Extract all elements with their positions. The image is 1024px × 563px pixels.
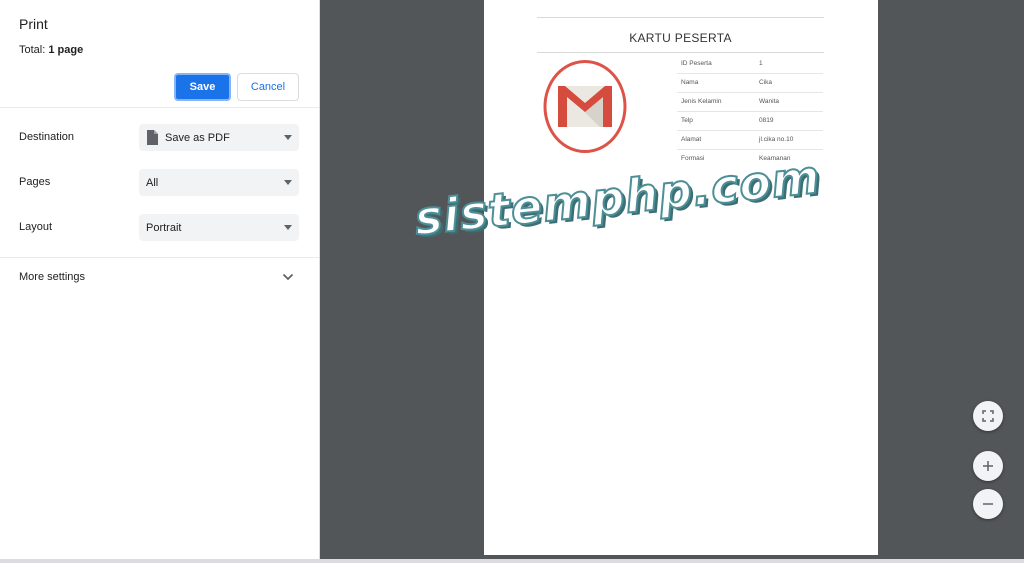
more-settings-toggle[interactable]: More settings [0,258,319,298]
caret-down-icon [284,225,292,230]
info-value: jl.cika no.10 [759,136,794,143]
total-value: 1 page [48,44,84,56]
info-key: ID Peserta [681,60,712,67]
destination-select[interactable]: Save as PDF [139,124,299,151]
info-value: Cika [759,79,773,86]
minus-icon [983,503,993,505]
fit-to-page-icon [982,410,994,422]
more-settings-label: More settings [19,271,86,283]
layout-value: Portrait [146,221,182,234]
divider [0,107,319,108]
info-key: Nama [681,79,699,86]
info-row: Jenis Kelamin Wanita [677,93,823,112]
info-key: Telp [681,117,693,124]
info-key: Alamat [681,136,702,143]
save-button[interactable]: Save [174,73,231,101]
total-label: Total: [19,44,49,56]
pages-label: Pages [19,176,51,188]
destination-value: Save as PDF [165,131,230,144]
gmail-logo [543,60,627,153]
fit-to-page-button[interactable] [973,401,1003,431]
info-row: ID Peserta 1 [677,55,823,74]
destination-label: Destination [19,131,75,143]
info-row: Nama Cika [677,74,823,93]
info-value: Wanita [759,98,779,105]
layout-label: Layout [19,221,53,233]
card-title: KARTU PESERTA [629,31,732,45]
caret-down-icon [284,135,292,140]
plus-icon [983,461,993,471]
zoom-in-button[interactable] [973,451,1003,481]
chevron-down-icon [282,273,294,281]
print-preview-area: KARTU PESERTA ID Peserta 1 Nama Cika Jenis… [320,0,1024,559]
pages-value: All [146,176,159,189]
info-key: Jenis Kelamin [681,98,722,105]
rule [537,52,824,53]
total-pages: Total: 1 page [19,44,83,56]
layout-select[interactable]: Portrait [139,214,299,241]
info-value: 0819 [759,117,774,124]
zoom-out-button[interactable] [973,489,1003,519]
document-icon [147,130,158,145]
print-settings-panel: Print Total: 1 page Save Cancel Destinat… [0,0,320,559]
cancel-button[interactable]: Cancel [237,73,299,101]
print-app: Print Total: 1 page Save Cancel Destinat… [0,0,1024,563]
caret-down-icon [284,180,292,185]
info-row: Alamat jl.cika no.10 [677,131,823,150]
bottom-edge [0,559,1024,563]
dialog-title: Print [19,16,48,32]
info-row: Telp 0819 [677,112,823,131]
preview-page: KARTU PESERTA ID Peserta 1 Nama Cika Jenis… [484,0,878,555]
pages-select[interactable]: All [139,169,299,196]
info-value: 1 [759,60,763,67]
rule [537,17,824,18]
